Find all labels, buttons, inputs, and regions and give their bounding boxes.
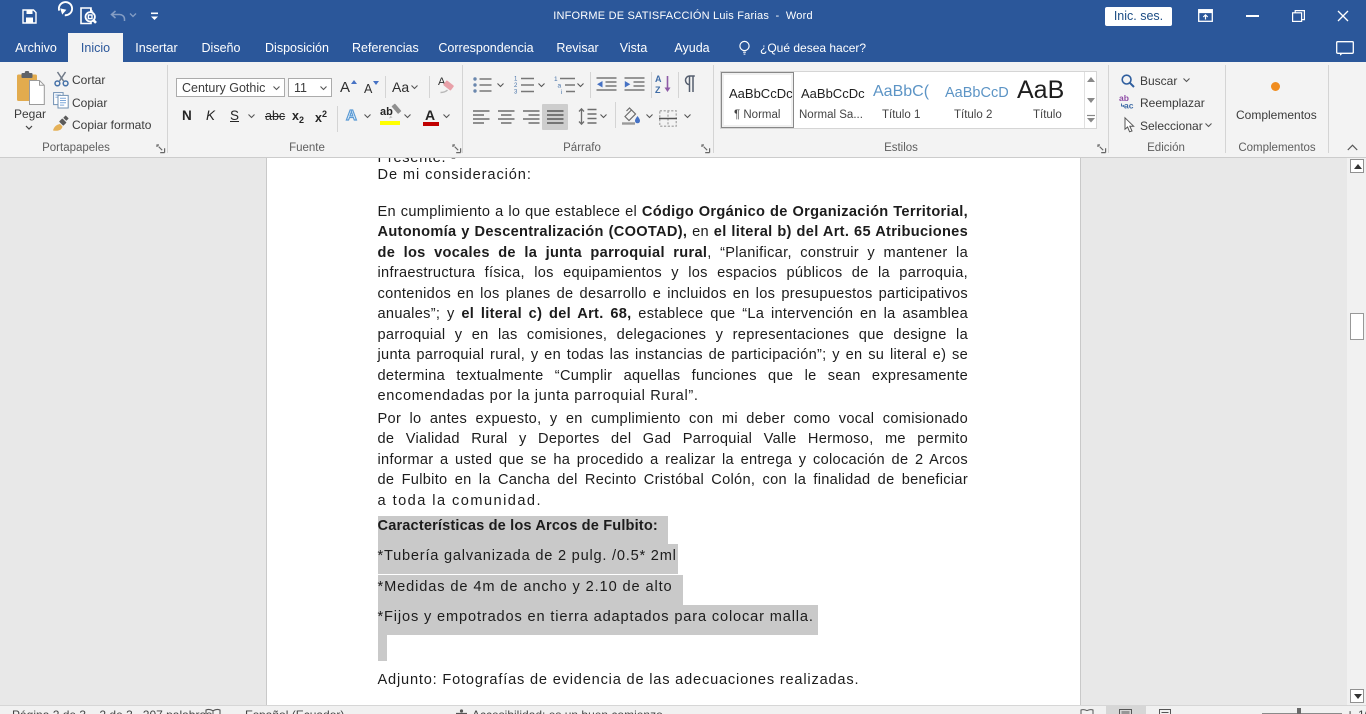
svg-text:ac: ac <box>1124 101 1134 111</box>
svg-text:A: A <box>655 74 662 84</box>
svg-text:i: i <box>561 89 562 96</box>
svg-text:3: 3 <box>514 90 518 96</box>
svg-text:2: 2 <box>514 83 518 89</box>
svg-text:1: 1 <box>514 77 518 83</box>
svg-text:Z: Z <box>655 85 661 95</box>
